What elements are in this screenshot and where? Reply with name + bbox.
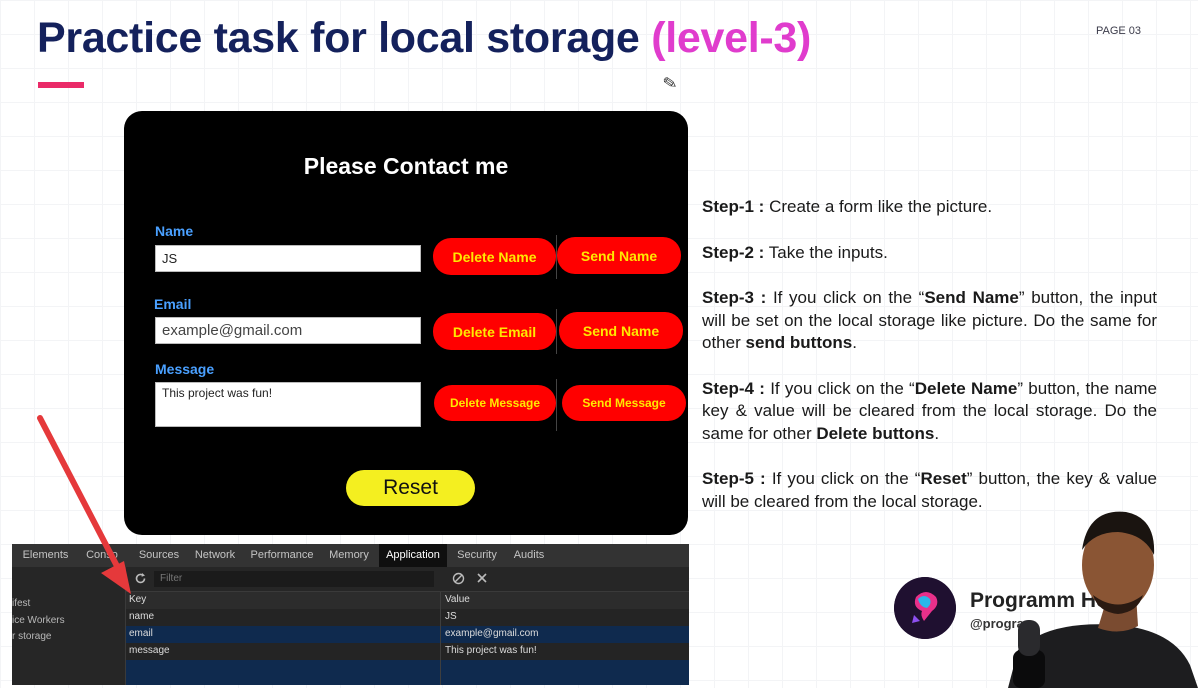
tab-sources[interactable]: Sources (136, 544, 182, 567)
refresh-icon[interactable] (134, 572, 147, 585)
name-label: Name (155, 223, 194, 239)
tab-console[interactable]: Conso (82, 544, 122, 567)
step-bold: Reset (920, 469, 967, 488)
step-text: If you click on the “ (766, 288, 925, 307)
message-textarea[interactable]: This project was fun! (155, 382, 421, 427)
step-2: Step-2 : Take the inputs. (702, 242, 1157, 265)
step-4: Step-4 : If you click on the “Delete Nam… (702, 378, 1157, 446)
table-empty-row (126, 660, 689, 685)
tab-application[interactable]: Application (379, 544, 447, 567)
button-divider (556, 379, 557, 431)
filter-input[interactable]: Filter (154, 571, 434, 587)
form-heading: Please Contact me (303, 153, 509, 179)
column-divider (440, 592, 441, 685)
step-bold: Delete buttons (816, 423, 935, 443)
step-text: . (852, 333, 857, 352)
table-row[interactable]: email example@gmail.com (126, 626, 689, 643)
step-label: Step-2 : (702, 242, 765, 262)
step-1: Step-1 : Create a form like the picture. (702, 196, 1157, 219)
table-row[interactable]: message This project was fun! (126, 643, 689, 660)
step-bold: Delete Name (914, 378, 1018, 398)
title-main: Practice task for local storage (37, 14, 640, 62)
clear-all-icon[interactable] (452, 572, 465, 585)
delete-name-button[interactable]: Delete Name (433, 238, 556, 275)
name-input[interactable]: JS (155, 245, 421, 272)
storage-toolbar: Filter (126, 567, 689, 592)
step-label: Step-1 : (702, 197, 765, 216)
row-value: example@gmail.com (445, 628, 539, 639)
step-bold: Send Name (924, 288, 1019, 307)
tab-network[interactable]: Network (190, 544, 240, 567)
page-number: PAGE 03 (1096, 25, 1142, 37)
step-text: Take the inputs. (764, 242, 888, 262)
step-text: Create a form like the picture. (764, 197, 993, 216)
title-underline (38, 82, 84, 88)
message-label: Message (155, 361, 215, 377)
steps-list: Step-1 : Create a form like the picture.… (702, 196, 1157, 536)
table-header: Key Value (126, 592, 689, 610)
delete-message-button[interactable]: Delete Message (434, 385, 556, 421)
title-accent: (level-3) (651, 14, 811, 62)
step-bold: send buttons (745, 333, 853, 352)
step-text: If you click on the “ (764, 378, 915, 398)
tab-performance[interactable]: Performance (248, 544, 316, 567)
table-row[interactable]: name JS (126, 609, 689, 626)
local-storage-table: Key Value name JS email example@gmail.co… (126, 592, 689, 685)
delete-email-button[interactable]: Delete Email (433, 313, 556, 350)
devtools-panel: Elements Conso Sources Network Performan… (12, 544, 689, 685)
send-message-button[interactable]: Send Message (562, 385, 686, 421)
contact-form-panel: Please Contact me Name JS Delete Name Se… (124, 111, 688, 535)
tab-security[interactable]: Security (452, 544, 502, 567)
email-input[interactable]: example@gmail.com (155, 317, 421, 344)
reset-button[interactable]: Reset (346, 470, 475, 506)
send-name-button[interactable]: Send Name (557, 237, 681, 274)
devtools-sidebar: ifest ice Workers r storage (12, 567, 126, 685)
slide-title: Practice task for local storage (level-3… (37, 14, 811, 63)
step-text: . (934, 423, 940, 443)
sidebar-item-service-workers[interactable]: ice Workers (12, 615, 65, 626)
value-column-header[interactable]: Value (445, 594, 470, 605)
brand-logo-icon (894, 577, 956, 639)
row-key: name (129, 611, 155, 622)
email-label: Email (154, 296, 192, 312)
tab-audits[interactable]: Audits (509, 544, 549, 567)
presenter-webcam-image (1008, 511, 1198, 688)
step-3: Step-3 : If you click on the “Send Name”… (702, 287, 1157, 355)
devtools-tabbar: Elements Conso Sources Network Performan… (12, 544, 689, 567)
step-text: If you click on the “ (765, 469, 921, 488)
key-column-header[interactable]: Key (129, 594, 146, 605)
row-value: JS (445, 611, 457, 622)
sidebar-item-manifest[interactable]: ifest (12, 598, 30, 609)
tab-elements[interactable]: Elements (18, 544, 73, 567)
button-divider (556, 309, 557, 354)
tab-memory[interactable]: Memory (325, 544, 373, 567)
delete-selected-icon[interactable] (476, 572, 488, 584)
sidebar-item-clear-storage[interactable]: r storage (12, 631, 51, 642)
row-key: email (129, 628, 153, 639)
step-label: Step-5 : (702, 469, 766, 488)
row-key: message (129, 645, 170, 656)
row-value: This project was fun! (445, 645, 537, 656)
step-label: Step-3 : (702, 288, 767, 307)
send-email-button[interactable]: Send Name (559, 312, 683, 349)
step-label: Step-4 : (702, 378, 765, 398)
